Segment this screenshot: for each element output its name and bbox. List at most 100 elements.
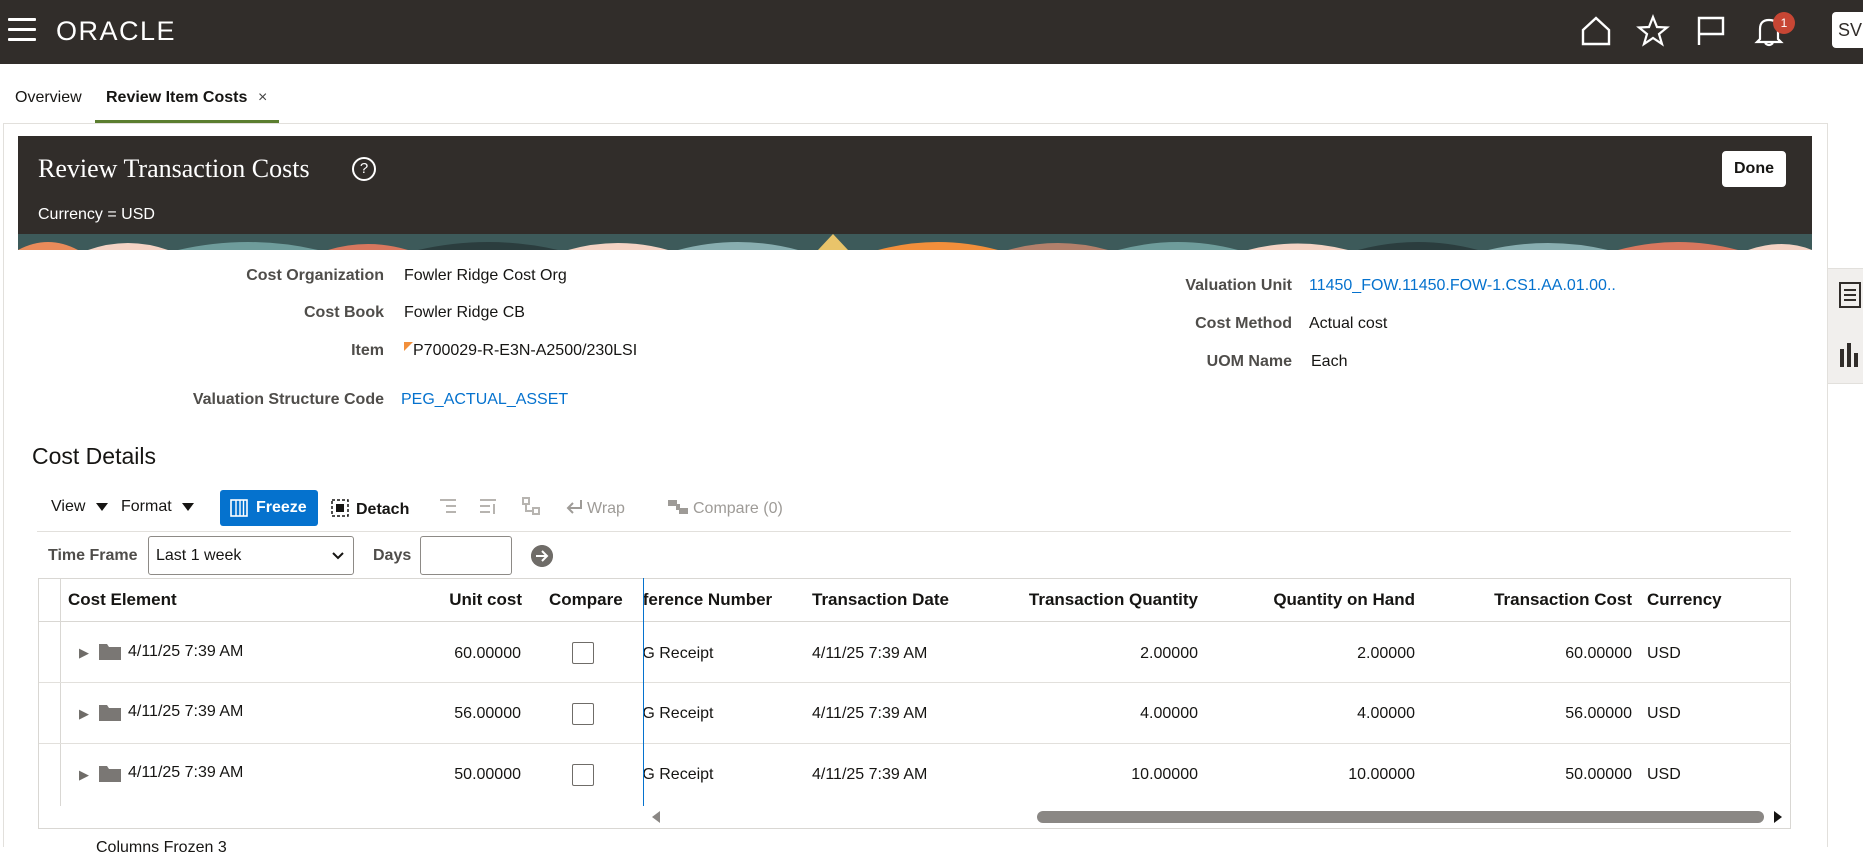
column-header-currency[interactable]: Currency xyxy=(1647,590,1722,610)
compare-checkbox[interactable] xyxy=(572,642,594,664)
cost-method-value: Actual cost xyxy=(1309,315,1388,332)
unit-cost-cell: 56.00000 xyxy=(454,705,521,722)
days-label: Days xyxy=(373,547,412,564)
scrollbar-thumb[interactable] xyxy=(1037,811,1764,823)
oracle-logo[interactable]: ORACLE xyxy=(56,16,176,47)
valuation-unit-label: Valuation Unit xyxy=(1185,277,1292,294)
outdent-icon[interactable] xyxy=(478,496,498,516)
transaction-cost-cell: 56.00000 xyxy=(1565,705,1632,722)
help-icon[interactable]: ? xyxy=(352,157,376,181)
expand-row-icon[interactable]: ▶ xyxy=(79,645,89,661)
chevron-down-icon xyxy=(182,503,195,511)
scroll-left-arrow-icon[interactable] xyxy=(650,811,662,823)
item-label: Item xyxy=(351,342,384,359)
compare-checkbox[interactable] xyxy=(572,764,594,786)
folder-icon xyxy=(99,644,121,660)
folder-icon xyxy=(99,766,121,782)
document-list-icon[interactable] xyxy=(1838,281,1862,309)
user-avatar[interactable]: SV xyxy=(1832,12,1863,48)
freeze-button-label: Freeze xyxy=(256,499,307,516)
compare-button-label: Compare (0) xyxy=(693,500,783,517)
transaction-quantity-cell: 4.00000 xyxy=(1140,705,1198,722)
toolbar-divider xyxy=(37,531,1791,532)
transaction-cost-cell: 50.00000 xyxy=(1565,766,1632,783)
tab-overview[interactable]: Overview xyxy=(15,89,82,107)
item-value: P700029-R-E3N-A2500/230LSI xyxy=(413,342,638,359)
valuation-unit-link[interactable]: 11450_FOW.11450.FOW-1.CS1.AA.01.00.. xyxy=(1309,277,1616,295)
compare-button[interactable]: Compare (0) xyxy=(667,498,783,518)
cost-organization-value: Fowler Ridge Cost Org xyxy=(404,267,567,284)
row-header-column xyxy=(38,578,61,806)
wrap-button-label: Wrap xyxy=(587,500,625,517)
indent-icon[interactable] xyxy=(438,496,458,516)
view-menu[interactable]: View xyxy=(51,498,108,516)
currency-cell: USD xyxy=(1647,705,1681,722)
home-icon[interactable] xyxy=(1579,14,1613,48)
unit-cost-cell: 60.00000 xyxy=(454,645,521,662)
valuation-structure-code-label: Valuation Structure Code xyxy=(192,391,384,408)
page-header: Review Transaction Costs ? Currency = US… xyxy=(18,136,1812,250)
hierarchy-icon[interactable] xyxy=(521,496,541,516)
reference-number-cell: PEG Receipt xyxy=(643,705,714,722)
flag-icon[interactable] xyxy=(1694,14,1728,48)
tab-review-item-costs[interactable]: Review Item Costs xyxy=(106,89,247,107)
currency-cell: USD xyxy=(1647,645,1681,662)
transaction-quantity-cell: 2.00000 xyxy=(1140,645,1198,662)
unit-cost-cell: 50.00000 xyxy=(454,766,521,783)
wrap-button[interactable]: Wrap xyxy=(565,498,625,518)
row-divider xyxy=(39,743,1791,744)
quantity-on-hand-cell: 10.00000 xyxy=(1348,766,1415,783)
column-header-transaction-quantity[interactable]: Transaction Quantity xyxy=(980,590,1198,610)
uom-name-label: UOM Name xyxy=(1206,353,1292,370)
favorites-star-icon[interactable] xyxy=(1636,14,1670,48)
column-header-cost-element[interactable]: Cost Element xyxy=(68,590,177,610)
notification-badge: 1 xyxy=(1773,12,1795,34)
transaction-date-cell: 4/11/25 7:39 AM xyxy=(812,766,928,783)
column-header-transaction-date[interactable]: Transaction Date xyxy=(812,590,949,610)
column-header-reference-number[interactable]: Reference Number xyxy=(643,590,772,610)
done-button[interactable]: Done xyxy=(1722,151,1786,187)
quantity-on-hand-cell: 2.00000 xyxy=(1357,645,1415,662)
row-divider xyxy=(39,682,1791,683)
detach-icon xyxy=(331,499,349,517)
compare-icon xyxy=(668,500,688,514)
reference-number-cell: PEG Receipt xyxy=(643,645,714,662)
freeze-button[interactable]: Freeze xyxy=(220,490,318,526)
item-flag-marker-icon xyxy=(404,342,413,351)
columns-frozen-status: Columns Frozen 3 xyxy=(96,839,227,856)
column-header-quantity-on-hand[interactable]: Quantity on Hand xyxy=(1230,590,1415,610)
cost-details-table xyxy=(38,578,1791,829)
detach-button[interactable]: Detach xyxy=(330,498,409,519)
time-frame-select[interactable]: Last 1 week xyxy=(148,536,354,575)
cost-book-value: Fowler Ridge CB xyxy=(404,304,525,321)
expand-row-icon[interactable]: ▶ xyxy=(79,767,89,783)
global-header: ORACLE 1 SV xyxy=(0,0,1863,64)
chevron-down-icon xyxy=(332,552,344,560)
detach-button-label: Detach xyxy=(356,501,410,518)
column-header-compare[interactable]: Compare xyxy=(549,590,623,610)
view-menu-label: View xyxy=(51,498,86,515)
currency-indicator: Currency = USD xyxy=(38,206,155,223)
time-frame-selected-value: Last 1 week xyxy=(156,547,242,564)
transaction-cost-cell: 60.00000 xyxy=(1565,645,1632,662)
column-header-transaction-cost[interactable]: Transaction Cost xyxy=(1450,590,1632,610)
go-arrow-icon[interactable] xyxy=(531,545,553,567)
scroll-right-arrow-icon[interactable] xyxy=(1772,811,1784,823)
cost-element-cell: 4/11/25 7:39 AM xyxy=(128,703,244,720)
expand-row-icon[interactable]: ▶ xyxy=(79,706,89,722)
side-panel-tabs xyxy=(1827,268,1863,384)
format-menu[interactable]: Format xyxy=(121,498,195,516)
bar-chart-icon[interactable] xyxy=(1838,339,1862,369)
frozen-columns-divider[interactable] xyxy=(643,578,644,806)
cost-organization-label: Cost Organization xyxy=(246,267,384,284)
menu-icon[interactable] xyxy=(8,18,36,42)
valuation-structure-code-link[interactable]: PEG_ACTUAL_ASSET xyxy=(401,391,568,409)
close-tab-icon[interactable]: × xyxy=(258,89,267,107)
compare-checkbox[interactable] xyxy=(572,703,594,725)
folder-icon xyxy=(99,705,121,721)
uom-name-value: Each xyxy=(1311,353,1348,370)
cost-details-heading: Cost Details xyxy=(32,443,156,469)
freeze-columns-icon xyxy=(230,499,248,517)
column-header-unit-cost[interactable]: Unit cost xyxy=(430,590,522,610)
days-input[interactable] xyxy=(420,536,512,575)
